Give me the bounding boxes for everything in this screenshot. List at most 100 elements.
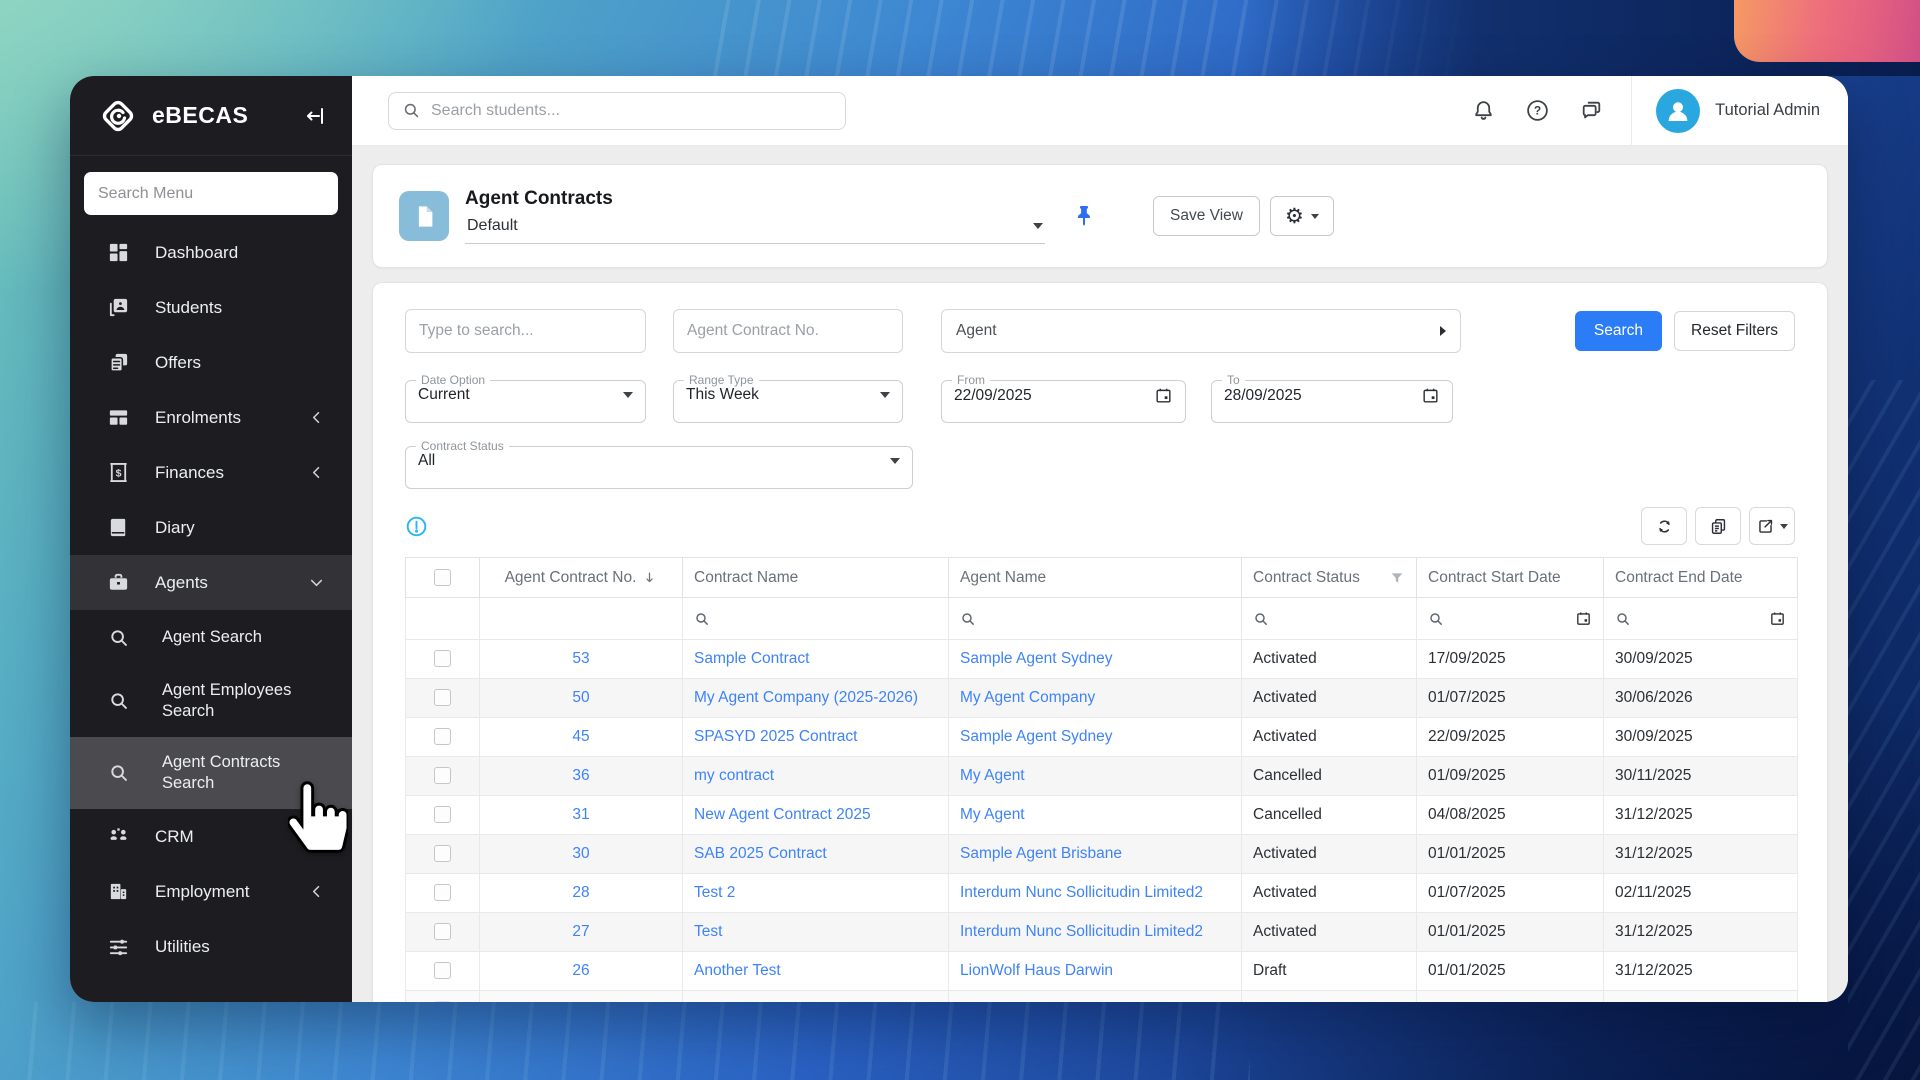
agent-name-link[interactable]: Sample Agent Sydney <box>960 728 1113 745</box>
row-checkbox[interactable] <box>434 845 451 862</box>
filter-cell-contract-name[interactable] <box>683 598 949 640</box>
agent-name-link[interactable]: Sample Agent Sydney <box>960 650 1113 667</box>
column-header-contract-status[interactable]: Contract Status <box>1242 558 1417 598</box>
agent-contract-no-input[interactable] <box>673 309 903 353</box>
contract-status-select[interactable]: Contract Status All <box>405 439 913 489</box>
agent-name-link[interactable]: Interdum Nunc Sollicitudin Limited2 <box>960 884 1203 901</box>
type-to-search-input[interactable] <box>405 309 646 353</box>
user-avatar[interactable] <box>1656 89 1700 133</box>
info-icon[interactable] <box>405 515 428 538</box>
row-checkbox[interactable] <box>434 884 451 901</box>
notifications-bell-icon[interactable] <box>1463 91 1503 131</box>
sidebar-item-agent-search[interactable]: Agent Search <box>70 610 352 665</box>
sidebar-item-utilities[interactable]: Utilities <box>70 919 352 974</box>
sidebar-item-dashboard[interactable]: Dashboard <box>70 225 352 280</box>
contract-no-link[interactable]: 31 <box>572 806 589 823</box>
contract-name-link[interactable]: SPASYD 2025 Contract <box>694 728 857 745</box>
wallpaper-streaks <box>1848 380 1920 1080</box>
calendar-icon[interactable] <box>1769 610 1786 627</box>
agent-name-link[interactable]: Sample Agent Brisbane <box>960 845 1122 862</box>
calendar-icon[interactable] <box>1421 386 1440 405</box>
sidebar-item-enrolments[interactable]: Enrolments <box>70 390 352 445</box>
row-checkbox[interactable] <box>434 1001 451 1002</box>
calendar-icon[interactable] <box>1575 610 1592 627</box>
agent-name-link[interactable]: My Agent <box>960 806 1025 823</box>
sidebar-item-agent-employees-search[interactable]: Agent Employees Search <box>70 665 352 737</box>
agent-name-link[interactable]: My Agent <box>960 767 1025 784</box>
agent-name-link[interactable]: Lantor PC <box>960 1001 1030 1002</box>
sidebar-item-diary[interactable]: Diary <box>70 500 352 555</box>
sidebar-item-finances[interactable]: $Finances <box>70 445 352 500</box>
agent-name-link[interactable]: LionWolf Haus Darwin <box>960 962 1113 979</box>
range-type-select[interactable]: Range Type This Week <box>673 373 903 423</box>
sidebar-item-students[interactable]: Students <box>70 280 352 335</box>
contract-no-link[interactable]: 36 <box>572 767 589 784</box>
contract-no-link[interactable]: 28 <box>572 884 589 901</box>
agent-name-link[interactable]: My Agent Company <box>960 689 1095 706</box>
save-view-button[interactable]: Save View <box>1153 196 1260 236</box>
contract-no-link[interactable]: 22 <box>572 1001 589 1002</box>
copy-button[interactable] <box>1695 507 1741 545</box>
contract-no-link[interactable]: 27 <box>572 923 589 940</box>
contract-name-link[interactable]: Another Test <box>694 962 781 979</box>
column-header-contract-start-date[interactable]: Contract Start Date <box>1417 558 1604 598</box>
select-all-checkbox[interactable] <box>434 569 451 586</box>
row-checkbox[interactable] <box>434 923 451 940</box>
row-checkbox[interactable] <box>434 806 451 823</box>
help-icon[interactable]: ? <box>1517 91 1557 131</box>
contract-name-link[interactable]: Sample Contract <box>694 650 809 667</box>
contract-name-link[interactable]: Test <box>694 1001 722 1002</box>
to-date-field[interactable]: To 28/09/2025 <box>1211 373 1453 423</box>
contract-no-link[interactable]: 30 <box>572 845 589 862</box>
sidebar-collapse-icon[interactable] <box>300 101 330 131</box>
contract-name-link[interactable]: my contract <box>694 767 774 784</box>
refresh-button[interactable] <box>1641 507 1687 545</box>
agent-name-link[interactable]: Interdum Nunc Sollicitudin Limited2 <box>960 923 1203 940</box>
row-checkbox[interactable] <box>434 728 451 745</box>
row-checkbox[interactable] <box>434 689 451 706</box>
agent-select[interactable]: Agent <box>941 309 1461 353</box>
contract-name-link[interactable]: Test 2 <box>694 884 735 901</box>
column-header-contract-name[interactable]: Contract Name <box>683 558 949 598</box>
column-header-agent-contract-no[interactable]: Agent Contract No. <box>480 558 683 598</box>
settings-gear-button[interactable]: ⚙ <box>1270 196 1334 236</box>
calendar-icon[interactable] <box>1154 386 1173 405</box>
column-header-contract-end-date[interactable]: Contract End Date <box>1604 558 1798 598</box>
view-select[interactable]: Default <box>465 210 1045 244</box>
row-checkbox[interactable] <box>434 767 451 784</box>
row-checkbox[interactable] <box>434 650 451 667</box>
pin-icon[interactable] <box>1071 203 1097 229</box>
filter-cell-end-date[interactable] <box>1604 598 1798 640</box>
sidebar-search-input[interactable] <box>84 172 338 215</box>
filter-cell-start-date[interactable] <box>1417 598 1604 640</box>
contract-no-link[interactable]: 53 <box>572 650 589 667</box>
filter-cell-contract-no[interactable] <box>480 598 683 640</box>
search-button[interactable]: Search <box>1575 311 1662 351</box>
sidebar-item-agent-contracts-search[interactable]: Agent Contracts Search <box>70 737 352 809</box>
chevron-down-icon <box>1033 223 1043 229</box>
filter-funnel-icon[interactable] <box>1389 570 1405 586</box>
sidebar-item-offers[interactable]: Offers <box>70 335 352 390</box>
contract-no-link[interactable]: 45 <box>572 728 589 745</box>
app-window: eBECAS DashboardStudentsOffersEnrolments… <box>70 76 1848 1002</box>
column-header-agent-name[interactable]: Agent Name <box>949 558 1242 598</box>
filter-cell-contract-status[interactable] <box>1242 598 1417 640</box>
filter-cell-agent-name[interactable] <box>949 598 1242 640</box>
export-button[interactable] <box>1749 507 1795 545</box>
student-search-input[interactable] <box>431 102 832 120</box>
sidebar-item-crm[interactable]: CRM <box>70 809 352 864</box>
contract-name-link[interactable]: Test <box>694 923 722 940</box>
sidebar-item-agents[interactable]: Agents <box>70 555 352 610</box>
contract-name-link[interactable]: My Agent Company (2025-2026) <box>694 689 918 706</box>
from-date-field[interactable]: From 22/09/2025 <box>941 373 1186 423</box>
contract-name-link[interactable]: New Agent Contract 2025 <box>694 806 871 823</box>
feedback-chat-icon[interactable] <box>1571 91 1611 131</box>
sidebar-item-employment[interactable]: Employment <box>70 864 352 919</box>
reset-filters-button[interactable]: Reset Filters <box>1674 311 1795 351</box>
contract-no-link[interactable]: 50 <box>572 689 589 706</box>
row-checkbox[interactable] <box>434 962 451 979</box>
contract-start-cell: 01/07/2025 <box>1417 679 1604 718</box>
date-option-select[interactable]: Date Option Current <box>405 373 646 423</box>
contract-name-link[interactable]: SAB 2025 Contract <box>694 845 827 862</box>
contract-no-link[interactable]: 26 <box>572 962 589 979</box>
